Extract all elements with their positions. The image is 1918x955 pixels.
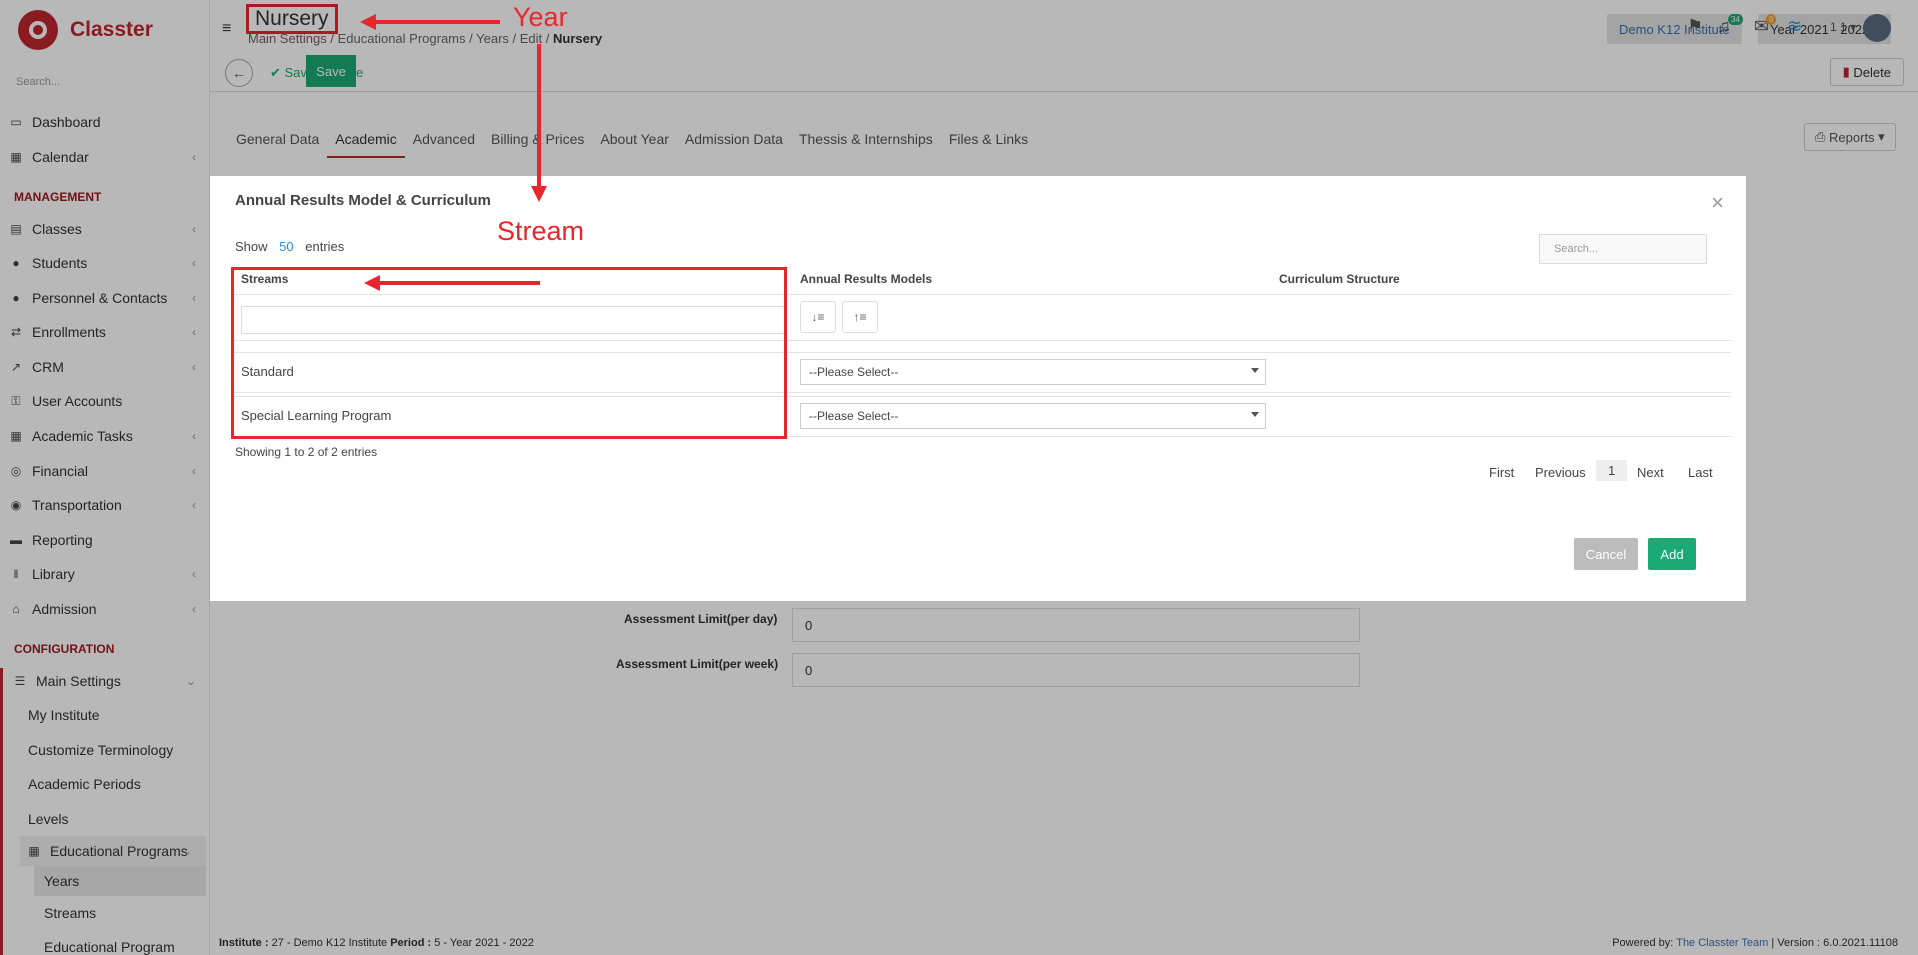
stream-arrow-down-head xyxy=(531,186,547,202)
annotation-arrows xyxy=(360,14,547,291)
streams-arrow-head xyxy=(364,275,380,291)
annotation-year-label: Year xyxy=(513,2,568,32)
year-arrow-head xyxy=(360,14,376,30)
annotation-stream-label: Stream xyxy=(497,216,585,246)
